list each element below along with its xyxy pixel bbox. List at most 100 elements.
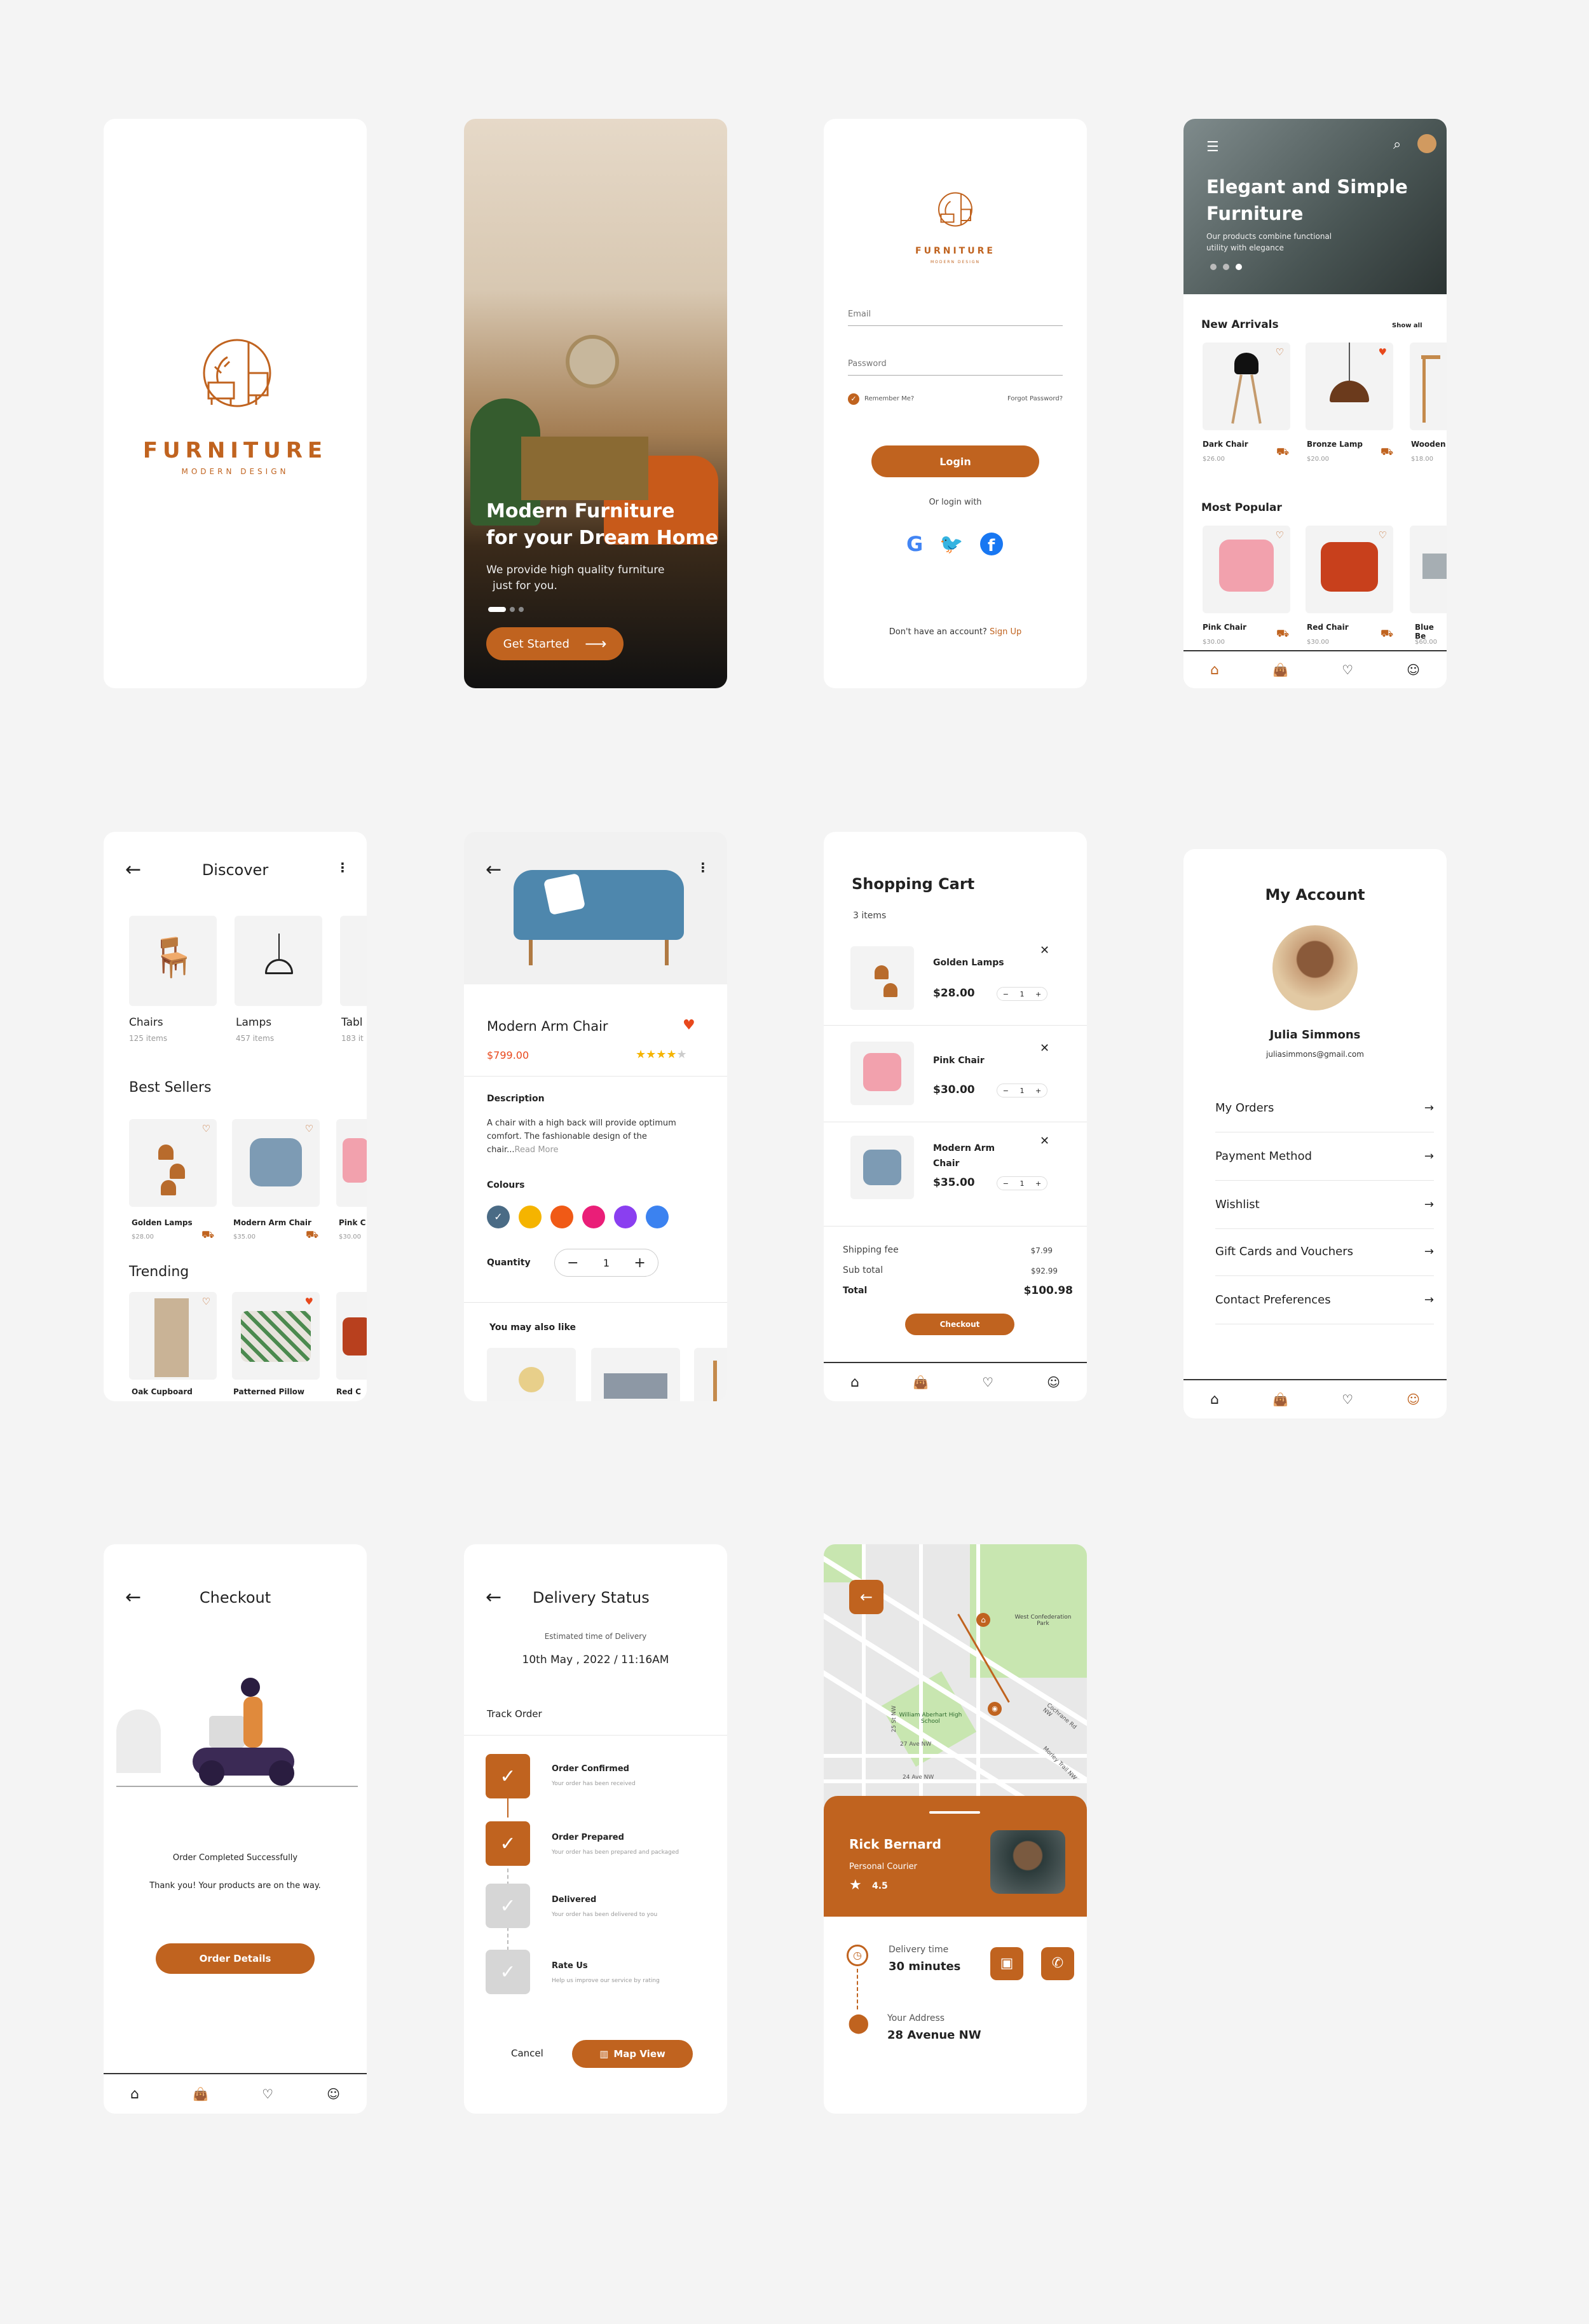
suggestion-card[interactable] bbox=[694, 1348, 727, 1401]
cart-icon[interactable]: ⛟ bbox=[201, 1228, 214, 1242]
more-icon[interactable]: ⋮ bbox=[336, 860, 349, 875]
heart-icon[interactable]: ♡ bbox=[1276, 529, 1284, 541]
seller-card-pink-chair[interactable] bbox=[336, 1119, 367, 1207]
heart-icon[interactable]: ♡ bbox=[1342, 1392, 1353, 1407]
increment-button[interactable]: + bbox=[1035, 990, 1041, 998]
seller-card-golden-lamps[interactable]: ♡ bbox=[129, 1119, 217, 1207]
suggestion-card[interactable] bbox=[487, 1348, 576, 1401]
profile-icon[interactable]: ☺ bbox=[327, 2086, 340, 2102]
heart-filled-icon[interactable]: ♥ bbox=[305, 1296, 313, 1307]
product-card-dark-chair[interactable]: ♡ bbox=[1203, 343, 1290, 430]
more-icon[interactable]: ⋮ bbox=[697, 860, 709, 875]
show-all-link[interactable]: Show all bbox=[1392, 322, 1422, 329]
back-arrow-icon[interactable]: ← bbox=[486, 1586, 501, 1608]
bag-icon[interactable]: 👜 bbox=[913, 1375, 929, 1390]
trend-card-patterned-pillow[interactable]: ♥ bbox=[232, 1292, 320, 1380]
home-icon[interactable]: ⌂ bbox=[130, 2086, 139, 2102]
profile-icon[interactable]: ☺ bbox=[1407, 662, 1420, 677]
heart-icon[interactable]: ♡ bbox=[1379, 529, 1387, 541]
heart-icon[interactable]: ♡ bbox=[1276, 346, 1284, 358]
quantity-stepper[interactable]: − 1 + bbox=[554, 1249, 658, 1277]
cart-icon[interactable]: ⛟ bbox=[306, 1228, 318, 1242]
heart-icon[interactable]: ♡ bbox=[982, 1375, 993, 1390]
decrement-button[interactable]: − bbox=[1003, 1087, 1009, 1095]
profile-icon[interactable]: ☺ bbox=[1047, 1375, 1060, 1390]
twitter-icon[interactable]: 🐦 bbox=[939, 533, 963, 555]
bag-icon[interactable]: 👜 bbox=[1272, 662, 1288, 677]
home-icon[interactable]: ⌂ bbox=[1210, 1392, 1219, 1408]
increment-button[interactable]: + bbox=[1035, 1087, 1041, 1095]
increment-button[interactable]: + bbox=[634, 1255, 645, 1271]
facebook-icon[interactable]: f bbox=[979, 533, 1003, 555]
bag-icon[interactable]: 👜 bbox=[1272, 1392, 1288, 1407]
chat-button[interactable]: ▣ bbox=[990, 1947, 1023, 1980]
profile-icon[interactable]: ☺ bbox=[1407, 1392, 1420, 1407]
heart-icon[interactable]: ♡ bbox=[305, 1123, 313, 1134]
cart-icon[interactable]: ⛟ bbox=[1381, 627, 1393, 641]
remove-item-icon[interactable]: ✕ bbox=[1040, 1042, 1049, 1055]
menu-wishlist[interactable]: Wishlist → bbox=[1215, 1181, 1434, 1229]
trend-card-oak-cupboard[interactable]: ♡ bbox=[129, 1292, 217, 1380]
avatar[interactable] bbox=[1417, 134, 1436, 153]
google-icon[interactable]: G bbox=[906, 532, 923, 556]
colour-swatch[interactable] bbox=[519, 1206, 542, 1228]
back-arrow-icon[interactable]: ← bbox=[486, 859, 501, 881]
password-field[interactable] bbox=[848, 353, 1063, 376]
drag-handle[interactable] bbox=[929, 1811, 980, 1814]
colour-swatch[interactable] bbox=[646, 1206, 669, 1228]
seller-card-modern-arm-chair[interactable]: ♡ bbox=[232, 1119, 320, 1207]
menu-payment-method[interactable]: Payment Method → bbox=[1215, 1132, 1434, 1181]
home-icon[interactable]: ⌂ bbox=[1210, 662, 1219, 678]
menu-my-orders[interactable]: My Orders → bbox=[1215, 1084, 1434, 1132]
cart-icon[interactable]: ⛟ bbox=[1381, 445, 1393, 459]
map-view-button[interactable]: ▥ Map View bbox=[572, 2040, 693, 2068]
get-started-button[interactable]: Get Started ⟶ bbox=[486, 627, 624, 660]
bag-icon[interactable]: 👜 bbox=[193, 2086, 208, 2102]
email-field[interactable] bbox=[848, 303, 1063, 326]
menu-gift-cards[interactable]: Gift Cards and Vouchers → bbox=[1215, 1228, 1434, 1276]
colour-swatch[interactable]: ✓ bbox=[487, 1206, 510, 1228]
product-card-pink-chair[interactable]: ♡ bbox=[1203, 526, 1290, 613]
login-button[interactable]: Login bbox=[871, 445, 1039, 477]
remove-item-icon[interactable]: ✕ bbox=[1040, 1134, 1049, 1148]
home-icon[interactable]: ⌂ bbox=[850, 1375, 859, 1390]
heart-filled-icon[interactable]: ♥ bbox=[1379, 346, 1387, 358]
cancel-button[interactable]: Cancel bbox=[511, 2048, 543, 2059]
remember-checkbox[interactable]: ✓ bbox=[848, 393, 859, 405]
decrement-button[interactable]: − bbox=[567, 1255, 578, 1271]
category-chairs[interactable]: 🪑 bbox=[129, 916, 217, 1006]
product-card-red-chair[interactable]: ♡ bbox=[1306, 526, 1393, 613]
heart-icon[interactable]: ♡ bbox=[1342, 662, 1353, 677]
quantity-stepper[interactable]: − 1 + bbox=[997, 1176, 1047, 1190]
back-button[interactable]: ← bbox=[849, 1580, 883, 1614]
category-lamps[interactable] bbox=[235, 916, 322, 1006]
quantity-stepper[interactable]: − 1 + bbox=[997, 1084, 1047, 1097]
product-card-wooden[interactable] bbox=[1410, 343, 1447, 430]
trend-card-red-chair[interactable] bbox=[336, 1292, 367, 1380]
product-card-blue-bed[interactable] bbox=[1410, 526, 1447, 613]
order-details-button[interactable]: Order Details bbox=[156, 1943, 315, 1974]
category-tables[interactable] bbox=[340, 916, 367, 1006]
heart-icon[interactable]: ♡ bbox=[202, 1296, 210, 1307]
suggestion-card[interactable] bbox=[591, 1348, 680, 1401]
increment-button[interactable]: + bbox=[1035, 1179, 1041, 1188]
colour-swatch[interactable] bbox=[550, 1206, 573, 1228]
colour-swatch[interactable] bbox=[614, 1206, 637, 1228]
signup-link[interactable]: Sign Up bbox=[990, 627, 1021, 637]
call-button[interactable]: ✆ bbox=[1041, 1947, 1074, 1980]
colour-swatch[interactable] bbox=[582, 1206, 605, 1228]
read-more-link[interactable]: Read More bbox=[515, 1145, 559, 1155]
hamburger-icon[interactable]: ☰ bbox=[1206, 139, 1219, 155]
heart-icon[interactable]: ♡ bbox=[202, 1123, 210, 1134]
remove-item-icon[interactable]: ✕ bbox=[1040, 944, 1049, 957]
decrement-button[interactable]: − bbox=[1003, 1179, 1009, 1188]
checkout-button[interactable]: Checkout bbox=[905, 1314, 1014, 1335]
cart-icon[interactable]: ⛟ bbox=[1276, 445, 1289, 459]
favorite-heart-icon[interactable]: ♥ bbox=[683, 1017, 695, 1033]
decrement-button[interactable]: − bbox=[1003, 990, 1009, 998]
product-card-bronze-lamp[interactable]: ♥ bbox=[1306, 343, 1393, 430]
search-icon[interactable]: ⌕ bbox=[1393, 137, 1401, 153]
menu-contact-preferences[interactable]: Contact Preferences → bbox=[1215, 1276, 1434, 1324]
quantity-stepper[interactable]: − 1 + bbox=[997, 987, 1047, 1001]
forgot-password-link[interactable]: Forgot Password? bbox=[1007, 395, 1063, 402]
